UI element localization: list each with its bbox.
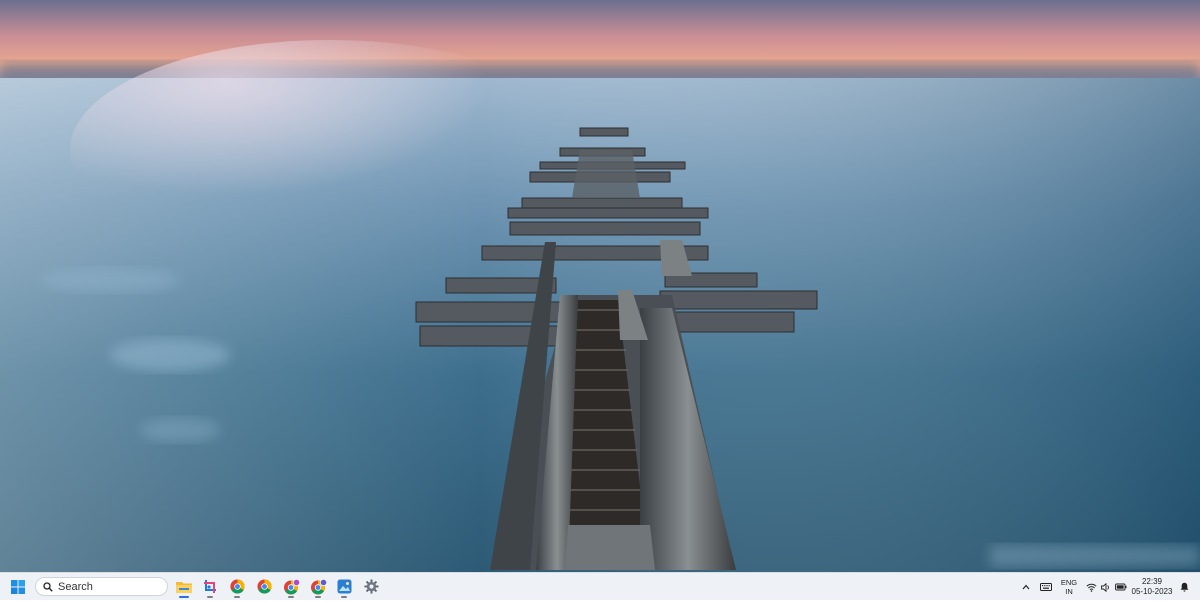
running-indicator	[207, 596, 213, 598]
running-indicator	[341, 596, 347, 598]
clock-date: 05-10-2023	[1132, 587, 1173, 597]
language-code: ENG	[1061, 578, 1077, 587]
chrome-profile-icon	[310, 579, 327, 595]
search-input[interactable]	[58, 581, 153, 593]
wifi-icon	[1086, 583, 1097, 592]
folder-icon	[176, 580, 192, 593]
chrome-icon	[257, 579, 272, 594]
language-indicator[interactable]: ENG IN	[1058, 573, 1080, 601]
taskbar-app-chrome-profile-1[interactable]	[279, 575, 303, 598]
start-button[interactable]	[6, 575, 30, 598]
running-indicator	[288, 596, 294, 598]
photos-icon	[337, 579, 352, 594]
taskbar-app-chrome-2[interactable]	[252, 575, 276, 598]
clock[interactable]: 22:39 05-10-2023	[1130, 573, 1174, 601]
volume-icon	[1101, 583, 1111, 592]
taskbar-app-photos[interactable]	[332, 575, 356, 598]
quick-settings-button[interactable]	[1084, 573, 1128, 601]
chevron-up-icon	[1022, 584, 1030, 590]
show-hidden-icons-button[interactable]	[1018, 573, 1034, 601]
gear-icon	[364, 579, 379, 594]
running-indicator	[179, 596, 189, 598]
taskbar-app-chrome[interactable]	[225, 575, 249, 598]
battery-icon	[1115, 583, 1127, 591]
touch-keyboard-button[interactable]	[1037, 573, 1055, 601]
desktop	[0, 0, 1200, 572]
notifications-button[interactable]	[1176, 573, 1192, 601]
clock-time: 22:39	[1142, 577, 1162, 587]
chrome-icon	[230, 579, 245, 594]
taskbar-app-snipping-tool[interactable]	[198, 575, 222, 598]
windows-logo-icon	[11, 580, 25, 594]
snip-icon	[203, 579, 218, 594]
language-region: IN	[1065, 587, 1073, 596]
search-box[interactable]	[35, 577, 168, 596]
wallpaper	[0, 0, 1200, 572]
running-indicator	[315, 596, 321, 598]
taskbar: ENG IN 22:39 05-10-2023	[0, 572, 1200, 600]
bell-icon	[1180, 582, 1189, 592]
taskbar-app-file-explorer[interactable]	[172, 575, 196, 598]
taskbar-app-chrome-profile-2[interactable]	[306, 575, 330, 598]
running-indicator	[234, 596, 240, 598]
chrome-profile-icon	[283, 579, 300, 595]
taskbar-app-settings[interactable]	[359, 575, 383, 598]
search-icon	[43, 582, 53, 592]
keyboard-icon	[1040, 583, 1052, 591]
